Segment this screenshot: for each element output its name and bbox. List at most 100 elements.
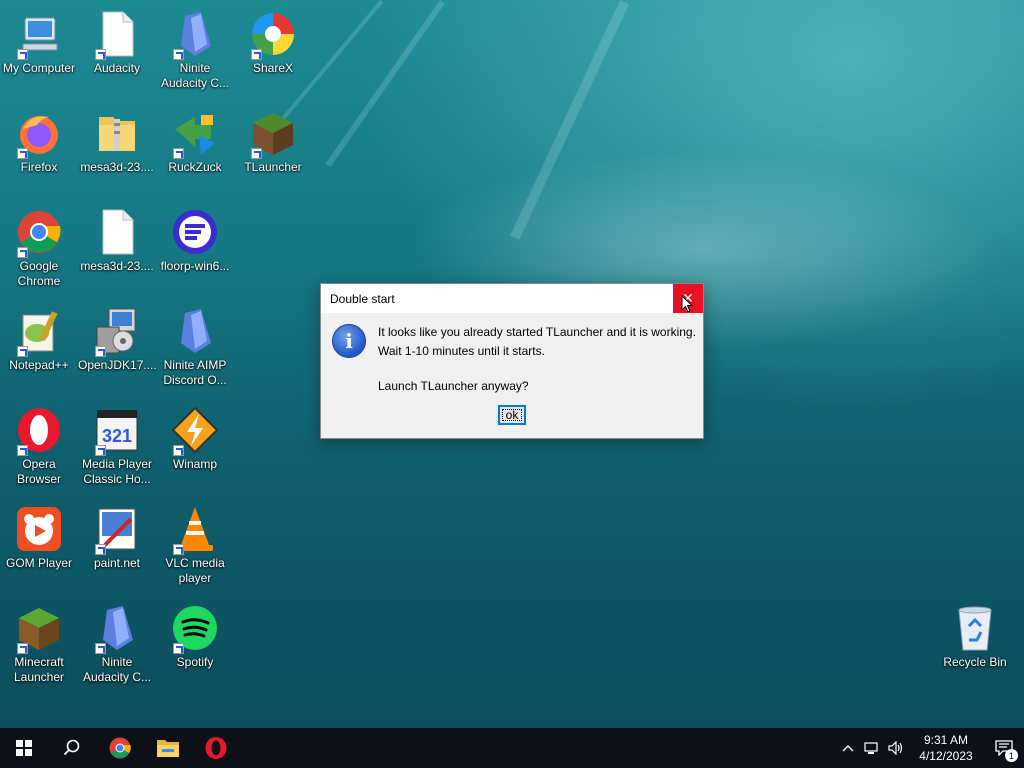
clock-date: 4/12/2023	[919, 749, 973, 763]
desktop-icon-vlc[interactable]: VLC media player	[156, 497, 234, 589]
mpc-icon: 321	[93, 406, 141, 456]
icon-label: Firefox	[20, 160, 58, 174]
desktop-icon-sharex[interactable]: ShareX	[234, 2, 312, 94]
desktop-icon-opera[interactable]: Opera Browser	[0, 398, 78, 490]
desktop-icon-ninite-aimp[interactable]: Ninite AIMP Discord O...	[156, 299, 234, 391]
taskbar-clock[interactable]: 9:31 AM 4/12/2023	[908, 732, 984, 764]
icon-label: Media Player Classic Ho...	[81, 457, 153, 486]
folder-zip-icon	[93, 109, 141, 157]
clock-time: 9:31 AM	[923, 733, 969, 747]
icon-label: My Computer	[2, 61, 76, 75]
start-icon	[16, 740, 32, 756]
file-explorer-icon	[157, 740, 179, 757]
svg-text:321: 321	[102, 426, 132, 446]
icon-label: TLauncher	[244, 160, 302, 174]
light-ray	[510, 0, 630, 240]
tlauncher-icon	[249, 109, 297, 159]
icon-label: Google Chrome	[17, 259, 61, 288]
icon-label: Audacity	[93, 61, 141, 75]
notification-badge: 1	[1005, 749, 1018, 762]
file-icon	[93, 208, 141, 256]
mouse-cursor-icon	[681, 295, 693, 313]
action-center-button[interactable]: 1	[984, 728, 1024, 768]
network-icon	[864, 742, 878, 754]
opera-icon	[15, 406, 63, 456]
icon-label: Minecraft Launcher	[13, 655, 65, 684]
desktop-icon-my-computer[interactable]: My Computer	[0, 2, 78, 94]
installer-icon	[93, 307, 141, 357]
light-ray	[325, 0, 445, 168]
network-button[interactable]	[860, 728, 884, 768]
taskbar-chrome[interactable]	[96, 728, 144, 768]
icon-label: Notepad++	[9, 358, 69, 372]
minecraft-icon	[15, 604, 63, 654]
desktop-icon-gom-player[interactable]: GOM Player	[0, 497, 78, 589]
sharex-icon	[249, 10, 297, 60]
icon-label: Ninite Audacity C...	[160, 61, 230, 90]
dialog-message-line1: It looks like you already started TLaunc…	[378, 325, 696, 339]
desktop-icon-tlauncher[interactable]: TLauncher	[234, 101, 312, 193]
recycle-bin-icon	[951, 604, 999, 652]
taskbar-file-explorer[interactable]	[144, 728, 192, 768]
desktop-icon-firefox[interactable]: Firefox	[0, 101, 78, 193]
desktop-icon-notepadpp[interactable]: Notepad++	[0, 299, 78, 391]
desktop-icon-floorp[interactable]: floorp-win6...	[156, 200, 234, 292]
desktop-icon-winamp[interactable]: Winamp	[156, 398, 234, 490]
gom-icon	[15, 505, 63, 553]
search-icon	[63, 739, 80, 756]
desktop-icon-spotify[interactable]: Spotify	[156, 596, 234, 688]
ninite-icon	[93, 604, 141, 654]
computer-icon	[15, 10, 63, 60]
dialog-titlebar[interactable]: Double start ✕	[321, 284, 703, 313]
desktop-icon-mesa3d-zip[interactable]: mesa3d-23....	[78, 101, 156, 193]
chrome-icon	[15, 208, 63, 258]
spotify-icon	[171, 604, 219, 654]
taskbar-opera[interactable]	[192, 728, 240, 768]
firefox-icon	[15, 109, 63, 159]
icon-label: Ninite Audacity C...	[82, 655, 152, 684]
start-button[interactable]	[0, 728, 48, 768]
icon-label: OpenJDK17....	[78, 358, 157, 372]
double-start-dialog: Double start ✕ i It looks like you alrea…	[320, 283, 704, 439]
desktop-icon-ninite-audacity-2[interactable]: Ninite Audacity C...	[78, 596, 156, 688]
desktop-icon-openjdk[interactable]: OpenJDK17....	[78, 299, 157, 391]
ninite-icon	[171, 307, 219, 355]
notepadpp-icon	[15, 307, 63, 357]
opera-icon	[205, 737, 227, 759]
icon-label: floorp-win6...	[160, 259, 230, 273]
floorp-icon	[171, 208, 219, 256]
ruckzuck-icon	[171, 109, 219, 159]
desktop-icon-ruckzuck[interactable]: RuckZuck	[156, 101, 234, 193]
taskbar: 9:31 AM 4/12/2023 1	[0, 728, 1024, 768]
dialog-question: Launch TLauncher anyway?	[378, 379, 529, 393]
dialog-message-line2: Wait 1-10 minutes until it starts.	[378, 344, 545, 358]
desktop-icon-ninite-audacity[interactable]: Ninite Audacity C...	[156, 2, 234, 94]
desktop-icon-google-chrome[interactable]: Google Chrome	[0, 200, 78, 292]
icon-label: paint.net	[93, 556, 141, 570]
desktop-icon-minecraft-launcher[interactable]: Minecraft Launcher	[0, 596, 78, 688]
volume-button[interactable]	[884, 728, 908, 768]
desktop-icon-mpc-hc[interactable]: 321 Media Player Classic Ho...	[78, 398, 156, 490]
icon-label: mesa3d-23....	[80, 259, 154, 273]
dialog-title: Double start	[330, 292, 395, 306]
icon-label: Spotify	[176, 655, 214, 669]
icon-label: GOM Player	[5, 556, 72, 570]
search-button[interactable]	[48, 728, 96, 768]
paintnet-icon	[93, 505, 141, 555]
volume-icon	[888, 741, 903, 755]
icon-label: Recycle Bin	[943, 655, 1007, 669]
icon-label: Opera Browser	[16, 457, 61, 486]
desktop-icon-audacity[interactable]: Audacity	[78, 2, 156, 94]
ninite-icon	[171, 10, 219, 60]
ok-button[interactable]: ok	[498, 405, 526, 425]
desktop-icon-paintnet[interactable]: paint.net	[78, 497, 156, 589]
desktop-icon-mesa3d-file[interactable]: mesa3d-23....	[78, 200, 156, 292]
system-tray: 9:31 AM 4/12/2023 1	[836, 728, 1024, 768]
information-icon: i	[332, 324, 366, 358]
icon-label: mesa3d-23....	[80, 160, 154, 174]
desktop-icon-recycle-bin[interactable]: Recycle Bin	[936, 596, 1014, 688]
winamp-icon	[171, 406, 219, 456]
show-hidden-icons-button[interactable]	[836, 728, 860, 768]
chevron-up-icon	[842, 745, 854, 752]
icon-label: VLC media player	[165, 556, 225, 585]
